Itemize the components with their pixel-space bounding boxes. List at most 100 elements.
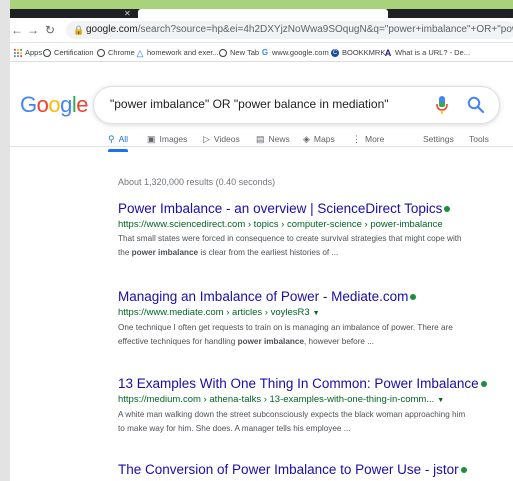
snippet-line: the power imbalance is clear from the ea…	[118, 246, 508, 260]
bookmark-label: www.google.com	[272, 48, 329, 57]
logo-letter: G	[20, 92, 37, 117]
address-url[interactable]: google.com/search?source=hp&ei=4h2DXYjzN…	[86, 24, 513, 36]
tab-tools[interactable]: Tools	[469, 132, 489, 146]
result-title: Managing an Imbalance of Power - Mediate…	[118, 289, 409, 304]
browser-toolbar: ← → ↻ 🔒 google.com/search?source=hp&ei=4…	[10, 18, 513, 43]
tab-label: Videos	[213, 134, 240, 144]
google-logo[interactable]: Google	[20, 92, 89, 118]
result-stats: About 1,320,000 results (0.40 seconds)	[118, 177, 276, 187]
status-dot-icon	[410, 294, 417, 300]
news-icon: ▤	[256, 134, 265, 144]
tab-label: Tools	[469, 134, 489, 144]
result-snippet: A white man walking down the street subc…	[118, 408, 508, 435]
snippet-text: effective techniques for handling	[118, 336, 238, 346]
more-dots-icon: ⋮	[352, 134, 361, 144]
search-box[interactable]: "power imbalance" OR "power balance in m…	[93, 86, 500, 124]
address-bar[interactable]: 🔒 google.com/search?source=hp&ei=4h2DXYj…	[66, 21, 513, 39]
tab-label: News	[268, 134, 290, 144]
tab-label: All	[118, 134, 129, 144]
bookmark-label: What is a URL? - De...	[395, 48, 471, 57]
search-input[interactable]: "power imbalance" OR "power balance in m…	[110, 97, 389, 111]
snippet-bold: power imbalance	[131, 247, 199, 257]
tab-maps[interactable]: ◈ Maps	[303, 132, 335, 146]
result-url[interactable]: https://www.sciencedirect.com › topics ›…	[118, 219, 508, 231]
map-icon: ◈	[303, 134, 310, 144]
tab-settings[interactable]: Settings	[423, 132, 454, 146]
result-title-link[interactable]: Managing an Imbalance of Power - Mediate…	[118, 289, 508, 305]
tab-label: Images	[159, 134, 188, 144]
snippet-line: A white man walking down the street subc…	[118, 410, 466, 419]
snippet-line: to make way for him. She does. A manager…	[118, 423, 351, 433]
a-logo-icon: A	[384, 47, 392, 58]
logo-letter: g	[60, 92, 72, 117]
tab-news[interactable]: ▤ News	[256, 132, 290, 146]
search-tabs: ⚲ All ▣ Images ▷ Videos ▤ News ◈ Maps ⋮ …	[10, 132, 513, 152]
bookmark-what-is-url[interactable]: A What is a URL? - De...	[384, 47, 470, 58]
search-result: 13 Examples With One Thing In Common: Po…	[118, 376, 508, 435]
google-g-icon: G	[261, 47, 269, 57]
lock-icon: 🔒	[73, 25, 85, 35]
logo-letter: o	[36, 92, 49, 117]
globe-icon	[219, 48, 227, 57]
image-icon: ▣	[147, 134, 156, 144]
video-icon: ▷	[203, 134, 210, 144]
reload-icon[interactable]: ↻	[43, 22, 57, 38]
bookmark-new-tab[interactable]: New Tab	[219, 47, 259, 58]
window-left-border	[0, 0, 10, 481]
tab-videos[interactable]: ▷ Videos	[203, 132, 240, 146]
bookmark-label: BOOKKMRK	[342, 48, 386, 57]
browser-tab-active[interactable]	[138, 9, 388, 18]
bookmark-label: Chrome	[108, 48, 135, 57]
forward-arrow-icon[interactable]: →	[26, 22, 40, 38]
search-header: Google "power imbalance" OR "power balan…	[10, 62, 513, 152]
status-dot-icon	[480, 381, 487, 387]
bookmark-bookkmrk[interactable]: C BOOKKMRK	[331, 47, 385, 58]
bookmark-c-icon: C	[331, 48, 339, 57]
search-result: Power Imbalance - an overview | ScienceD…	[118, 201, 508, 259]
tab-all[interactable]: ⚲ All	[108, 132, 129, 152]
result-title-link[interactable]: Power Imbalance - an overview | ScienceD…	[118, 201, 508, 217]
snippet-line: One technique I often get requests to tr…	[118, 323, 453, 332]
result-title-link[interactable]: The Conversion of Power Imbalance to Pow…	[118, 462, 508, 478]
snippet-text: is clear from the earliest histories of …	[198, 247, 339, 257]
result-snippet: One technique I often get requests to tr…	[118, 321, 508, 348]
logo-letter: e	[76, 92, 89, 117]
url-host: google.com	[86, 24, 138, 35]
result-url[interactable]: https://www.mediate.com › articles › voy…	[118, 307, 508, 320]
dropdown-caret-icon[interactable]: ▼	[437, 397, 444, 404]
bookmark-label: New Tab	[230, 48, 260, 57]
result-title: The Conversion of Power Imbalance to Pow…	[118, 462, 459, 477]
search-icon[interactable]	[466, 95, 486, 115]
status-dot-icon	[444, 206, 451, 212]
logo-letter: o	[48, 92, 61, 117]
tab-more[interactable]: ⋮ More	[352, 132, 384, 146]
result-url[interactable]: https://medium.com › athena-talks › 13-e…	[118, 394, 508, 407]
bookmark-homework[interactable]: △ homework and exer...	[136, 47, 219, 58]
back-arrow-icon[interactable]: ←	[10, 22, 24, 38]
snippet-text: the	[118, 247, 132, 257]
snippet-text: , however before ...	[304, 336, 375, 346]
microphone-icon[interactable]	[434, 94, 450, 116]
search-result: The Conversion of Power Imbalance to Pow…	[118, 462, 508, 478]
bookmark-label: Apps	[25, 48, 43, 57]
bookmark-google[interactable]: G www.google.com	[261, 47, 329, 58]
bookmark-chrome[interactable]: Chrome	[97, 47, 135, 58]
globe-icon	[43, 48, 51, 57]
tab-label: Settings	[423, 134, 454, 144]
snippet-bold: power imbalance	[237, 336, 304, 346]
bookmark-label: Certification	[54, 48, 94, 57]
tab-close-icon[interactable]: ✕	[124, 10, 133, 18]
bookmark-certification[interactable]: Certification	[43, 47, 94, 58]
globe-icon	[97, 48, 105, 57]
bookmarks-bar: Apps Certification Chrome △ homework and…	[10, 43, 513, 62]
snippet-line: That small states were forced in consequ…	[118, 234, 462, 243]
dropdown-caret-icon[interactable]: ▼	[313, 310, 320, 317]
tab-images[interactable]: ▣ Images	[147, 132, 187, 146]
apps-grid-icon	[14, 48, 22, 57]
result-title-link[interactable]: 13 Examples With One Thing In Common: Po…	[118, 376, 508, 392]
search-icon: ⚲	[108, 134, 115, 144]
result-url-text: https://medium.com › athena-talks › 13-e…	[118, 394, 435, 405]
result-title: 13 Examples With One Thing In Common: Po…	[118, 376, 479, 391]
bookmark-apps[interactable]: Apps	[14, 47, 42, 58]
status-dot-icon	[460, 467, 467, 473]
